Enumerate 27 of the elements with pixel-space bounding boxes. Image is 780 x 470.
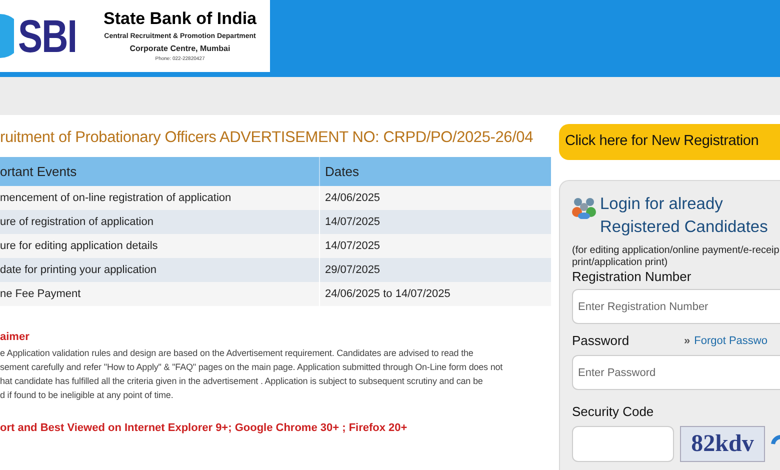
registration-number-field[interactable]: Enter Registration Number — [572, 289, 780, 324]
new-registration-button[interactable]: Click here for New Registration — [559, 124, 780, 160]
security-code-field[interactable] — [572, 426, 674, 462]
disclaimer-text: e Application validation rules and design are based on the Advertisement requirement. Candidates are advised to read the sement carefully and refer "How to Apply" & "FAQ" pages on the main page. Application submitted through On-Line form does not hat candidate has fulfilled all the criteria given in the advertisement . Application is subject to subsequent scrutiny and can be d if found to be ineligible at any point of time. — [0, 347, 503, 402]
office-text: Corporate Centre, Mumbai — [130, 43, 230, 55]
login-title: Login for already Registered Candidates — [600, 194, 768, 238]
registration-label: Registration Number — [572, 269, 692, 285]
table-cell-text: 24/06/2025 — [324, 190, 380, 206]
forgot-password-link[interactable]: » Forgot Passwo — [684, 332, 768, 350]
password-field[interactable]: Enter Password — [572, 355, 780, 390]
disclaimer-heading: aimer — [0, 330, 30, 344]
table-cell-text: 29/07/2025 — [324, 262, 380, 278]
logo-text: SBI — [18, 13, 78, 59]
browser-note: ort and Best Viewed on Internet Explorer 9+; Google Chrome 30+ ; Firefox 20+ — [0, 421, 408, 436]
page-title: ruitment of Probationary Officers ADVERTISEMENT NO: CRPD/PO/2025-26/04 — [0, 128, 534, 148]
column-header: Dates — [324, 162, 359, 181]
password-label: Password — [572, 332, 630, 350]
login-subtitle: (for editing application/online payment/e-receip print/application print) — [572, 245, 780, 269]
table-cell-text: 14/07/2025 — [324, 238, 380, 254]
captcha-image: 82kdv — [680, 426, 765, 462]
bank-name: State Bank of India — [103, 9, 257, 29]
table-cell-text: 24/06/2025 to 14/07/2025 — [324, 286, 450, 302]
table-cell-text: 14/07/2025 — [324, 214, 380, 230]
table-cell: ne Fee Payment — [0, 282, 320, 306]
users-icon — [572, 195, 596, 219]
security-code-label: Security Code — [572, 404, 655, 420]
logo-icon — [0, 14, 14, 58]
